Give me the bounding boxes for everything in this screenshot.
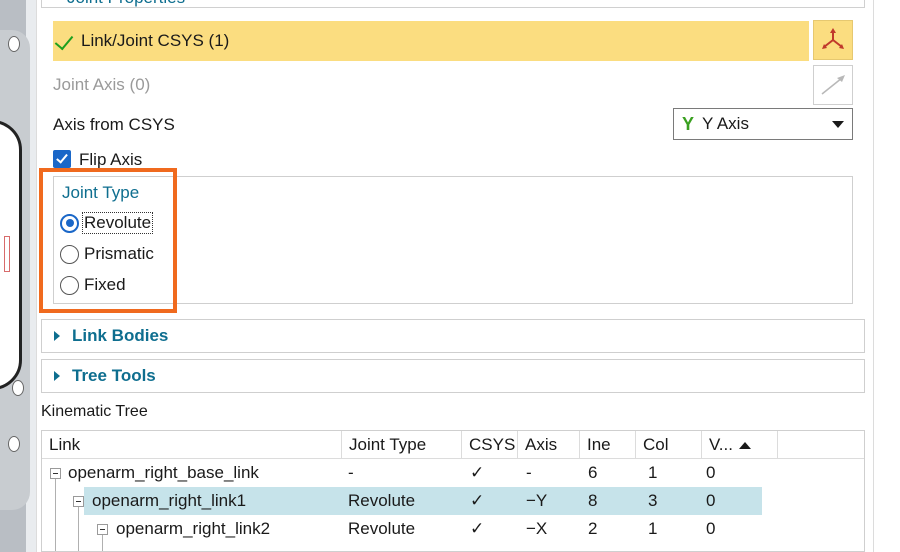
axis-dropdown[interactable]: Y Y Axis — [673, 108, 853, 140]
column-header-axis[interactable]: Axis — [518, 431, 580, 459]
table-header: Link Joint Type CSYS Axis Ine Col V... — [42, 431, 864, 459]
cell-link: openarm_right_link1 — [92, 491, 247, 510]
viewport-3d[interactable] — [0, 0, 36, 552]
cell-csys: ✓ — [470, 491, 485, 510]
column-header-link[interactable]: Link — [42, 431, 342, 459]
column-header-col[interactable]: Col — [636, 431, 702, 459]
collapse-toggle[interactable] — [50, 468, 61, 479]
vector-icon — [821, 75, 845, 95]
bolt-hole — [12, 380, 24, 396]
cell-csys: ✓ — [470, 463, 485, 482]
cell-ine: 2 — [588, 519, 598, 538]
tree-tools-label: Tree Tools — [72, 366, 156, 385]
cell-joint-type: - — [348, 463, 354, 482]
table-row[interactable]: openarm_right_base_link - ✓ - 6 1 0 — [42, 459, 864, 487]
cell-joint-type: Revolute — [348, 519, 416, 538]
column-header-v[interactable]: V... — [702, 431, 778, 459]
chevron-down-icon — [832, 121, 844, 128]
axis-from-csys-label: Axis from CSYS — [53, 115, 175, 134]
column-header-joint-type[interactable]: Joint Type — [342, 431, 462, 459]
expand-triangle-icon — [54, 331, 60, 341]
link-bodies-label: Link Bodies — [72, 326, 169, 345]
cell-link: openarm_right_base_link — [68, 463, 259, 482]
cell-ine: 6 — [588, 463, 598, 482]
flip-axis-label: Flip Axis — [79, 150, 143, 169]
cell-joint-type: Revolute — [348, 491, 416, 510]
column-header-csys[interactable]: CSYS — [462, 431, 518, 459]
annotation-highlight-box — [39, 168, 177, 313]
y-axis-icon: Y — [682, 113, 695, 134]
cell-csys: ✓ — [470, 519, 485, 538]
check-icon — [55, 30, 77, 52]
tree-tools-section[interactable]: Tree Tools — [41, 359, 865, 393]
kinematic-tree-title: Kinematic Tree — [41, 403, 148, 420]
cell-v: 0 — [706, 519, 716, 538]
cell-axis: −Y — [526, 491, 548, 510]
cell-v: 0 — [706, 491, 716, 510]
flip-axis-checkbox[interactable] — [53, 150, 71, 168]
csys-select-button[interactable] — [813, 20, 853, 60]
expand-triangle-icon — [54, 371, 60, 381]
bolt-hole — [8, 436, 20, 452]
cell-col: 1 — [648, 519, 658, 538]
kinematic-tree-table[interactable]: Link Joint Type CSYS Axis Ine Col V... o… — [41, 430, 865, 552]
cell-v: 0 — [706, 463, 716, 482]
cell-ine: 8 — [588, 491, 598, 510]
cell-link: openarm_right_link2 — [116, 519, 271, 538]
collapse-toggle[interactable] — [97, 524, 108, 535]
joint-properties-title: Joint Properties — [67, 0, 185, 8]
joint-axis-select-button[interactable] — [813, 65, 853, 105]
joint-axis-label: Joint Axis (0) — [53, 75, 151, 94]
link-joint-csys-label: Link/Joint CSYS (1) — [81, 31, 230, 50]
link-joint-csys-selector[interactable]: Link/Joint CSYS (1) — [53, 21, 809, 61]
column-header-ine[interactable]: Ine — [580, 431, 636, 459]
csys-icon — [822, 28, 844, 49]
sort-ascending-icon — [738, 441, 751, 449]
cell-axis: - — [526, 463, 532, 482]
cell-axis: −X — [526, 519, 548, 538]
table-row-selected[interactable]: openarm_right_link1 Revolute ✓ −Y 8 3 0 — [42, 487, 864, 515]
joint-dialog-panel: Joint Properties Link/Joint CSYS (1) Joi… — [36, 0, 874, 552]
axis-dropdown-value: Y Axis — [702, 114, 749, 133]
model-edge-highlight — [4, 236, 10, 272]
table-row[interactable]: openarm_right_link2 Revolute ✓ −X 2 1 0 — [42, 515, 864, 543]
link-bodies-section[interactable]: Link Bodies — [41, 319, 865, 353]
cell-col: 1 — [648, 463, 658, 482]
bolt-hole — [8, 36, 20, 52]
cell-col: 3 — [648, 491, 658, 510]
collapse-toggle[interactable] — [73, 496, 84, 507]
